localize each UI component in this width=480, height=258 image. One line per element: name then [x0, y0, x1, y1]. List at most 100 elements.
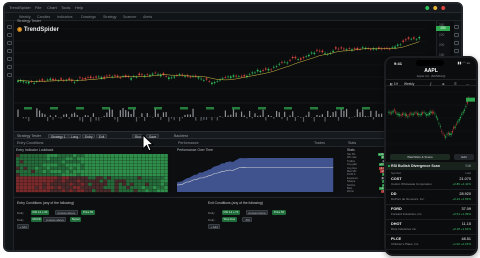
heatmap-cell	[57, 170, 62, 173]
condition-timeframe[interactable]: Daily	[17, 218, 24, 222]
candle-body	[420, 113, 422, 115]
measure-tool-icon[interactable]	[7, 65, 12, 69]
phone-price-chart[interactable]	[386, 86, 476, 154]
condition-chip[interactable]: Price 50	[272, 210, 286, 215]
fib-tool-icon[interactable]	[7, 41, 12, 45]
heatmap-cell	[118, 176, 123, 180]
news-icon[interactable]	[454, 41, 459, 45]
heatmap-cell	[92, 154, 96, 157]
condition-chip[interactable]: RSI 14 ≤ 30	[31, 210, 49, 215]
condition-chip[interactable]: crosses above	[43, 217, 67, 222]
condition-chip[interactable]: Stop loss	[222, 217, 237, 222]
alerts-icon[interactable]	[454, 33, 459, 37]
condition-timeframe[interactable]: Daily	[17, 211, 24, 215]
strategy-select[interactable]: Strategy 1	[48, 133, 69, 138]
heatmap-cell	[76, 160, 81, 164]
scan-header[interactable]: RSI Bullish Divergence Scan Edit	[386, 162, 476, 170]
entry-tab[interactable]: Entry	[82, 133, 96, 138]
watchlists-scans-button[interactable]: Watchlists & Scans	[390, 154, 450, 160]
scan-result-row[interactable]: DHOT Dhot Industries Inc. 11.15 +0.18 +1.64…	[386, 220, 476, 235]
heatmap-cell	[118, 182, 123, 186]
condition-chip[interactable]: crosses above	[54, 210, 78, 215]
trendline-tool-icon[interactable]	[7, 33, 12, 37]
condition-chip[interactable]: -5%	[242, 217, 253, 222]
tab-trades[interactable]: Trades	[314, 141, 325, 145]
condition-chip[interactable]: Signal	[70, 217, 81, 222]
heatmap-cell	[69, 173, 73, 177]
phone-edit-button[interactable]: Edit	[454, 154, 474, 160]
toolbar-chart-type[interactable]: Candles	[37, 15, 50, 19]
menu-item-file[interactable]: File	[35, 5, 41, 10]
heatmap-cell	[149, 166, 153, 170]
scan-result-row[interactable]: FORD Forward Industries, Inc. 37.09 +0.51 +…	[386, 205, 476, 220]
toolbar-indicators[interactable]: Indicators	[57, 15, 73, 19]
phone-more-icon[interactable]: ⋯	[466, 82, 469, 86]
menu-item-app[interactable]: TrendSpider	[9, 5, 31, 10]
heatmap-cell	[57, 154, 62, 157]
phone-indicator-icon[interactable]: ƒ	[430, 82, 432, 86]
phone-period-button[interactable]: Weekly	[404, 82, 414, 86]
text-tool-icon[interactable]	[7, 57, 12, 61]
phone-menu-icon[interactable]: ☰	[454, 82, 457, 86]
oscillator-bar	[257, 115, 259, 117]
heatmap-cell	[114, 186, 119, 189]
toolbar-alerts[interactable]: Alerts	[143, 15, 152, 19]
add-condition-button[interactable]: + Add	[17, 224, 30, 229]
heatmap-cell	[114, 163, 119, 167]
condition-timeframe[interactable]: Daily	[208, 211, 215, 215]
scan-result-row[interactable]: COST Costco Wholesale Corporation 21.070 +0…	[386, 175, 476, 190]
status-dot-icon: ⬤	[441, 5, 446, 10]
condition-timeframe[interactable]: Daily	[208, 218, 215, 222]
add-condition-button[interactable]: + Add	[208, 224, 221, 229]
toolbar-strategy[interactable]: Strategy	[103, 15, 116, 19]
shape-tool-icon[interactable]	[7, 49, 12, 53]
heatmap-cell	[31, 173, 35, 177]
toolbar-scanner[interactable]: Scanner	[123, 15, 136, 19]
settings-icon[interactable]	[454, 49, 459, 53]
tab-stats[interactable]: Stats	[348, 141, 356, 145]
heatmap-cell	[99, 160, 104, 164]
tab-performance[interactable]: Performance	[178, 141, 199, 145]
heatmap-cell	[130, 157, 134, 161]
direction-select[interactable]: Long	[68, 133, 82, 138]
phone-timeframe-button[interactable]: ◧ 1H	[390, 82, 398, 86]
phone-status-icons: ▮▮ ◠ ▭	[457, 61, 470, 65]
oscillator-bar	[55, 115, 57, 117]
heatmap-cell	[164, 173, 168, 177]
menu-item-chart[interactable]: Chart	[47, 5, 57, 10]
heatmap-cell	[126, 170, 130, 173]
heatmap-cell	[122, 170, 126, 173]
tab-entry-conditions[interactable]: Entry Conditions	[17, 141, 43, 145]
condition-chip[interactable]: Price 50	[81, 210, 95, 215]
zoom-tool-icon[interactable]	[7, 73, 12, 77]
oscillator-bar	[189, 114, 191, 117]
scan-edit-link[interactable]: Edit	[466, 164, 472, 168]
candle-body	[310, 52, 313, 54]
condition-chip[interactable]: crosses below	[245, 210, 269, 215]
exit-tab[interactable]: Exit	[96, 133, 108, 138]
scan-result-row[interactable]: DD DuPont de Nemours, Inc. 28.920 +0.44 +1.…	[386, 190, 476, 205]
lookback-heatmap-panel[interactable]: Entry Indicator Lookback	[14, 147, 172, 195]
heatmap-cell	[152, 179, 157, 183]
heatmap-cell	[107, 163, 111, 167]
oscillator-bar	[141, 113, 143, 117]
phone-add-icon[interactable]: ⊕	[442, 82, 445, 86]
performance-panel[interactable]: Performance Over Time	[175, 147, 341, 195]
toolbar-drawings[interactable]: Drawings	[81, 15, 96, 19]
heatmap-cell	[152, 182, 157, 186]
cursor-tool-icon[interactable]	[7, 25, 12, 29]
menu-item-tools[interactable]: Tools	[61, 5, 70, 10]
strategy-tester-title: Strategy Tester	[17, 133, 42, 138]
toolbar-timeframe[interactable]: Weekly	[19, 15, 31, 19]
candle-body	[391, 47, 394, 48]
watchlist-icon[interactable]	[454, 25, 459, 29]
heatmap-cell	[65, 157, 69, 161]
condition-chip[interactable]: RSI 14 ≥ 70	[222, 210, 240, 215]
heatmap-cell	[80, 189, 85, 193]
heatmap-cell	[57, 186, 62, 189]
heatmap-cell	[95, 186, 100, 189]
candle-body	[450, 133, 452, 135]
menu-item-help[interactable]: Help	[75, 5, 83, 10]
scan-result-row[interactable]: PLCE Children's Place, Inc. 48.51 +1.02 +2.…	[386, 235, 476, 250]
condition-chip[interactable]: MACD	[31, 217, 43, 222]
